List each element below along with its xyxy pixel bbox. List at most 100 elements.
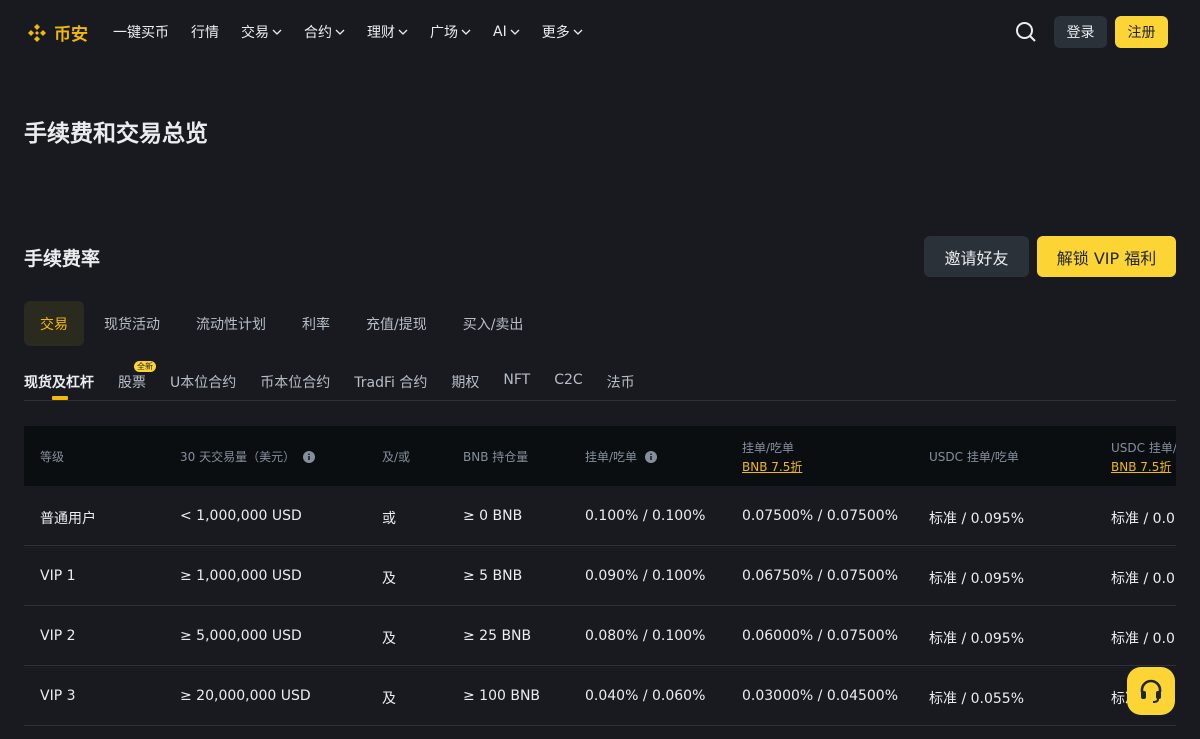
- tab-spot-margin[interactable]: 现货及杠杆: [24, 372, 94, 400]
- cell-volume: ≥ 20,000,000 USD: [180, 688, 311, 704]
- col-maker-taker-label: 挂单/吃单: [585, 450, 638, 464]
- chevron-down-icon: [510, 29, 520, 35]
- col-maker-taker-bnb: 挂单/吃单 BNB 7.5折: [742, 439, 802, 475]
- col-maker-taker: 挂单/吃单: [585, 448, 657, 465]
- nav-earn[interactable]: 理财: [367, 22, 408, 42]
- cell-bnb: ≥ 25 BNB: [463, 628, 532, 644]
- nav-more[interactable]: 更多: [542, 22, 583, 42]
- col-usdc-maker-taker: USDC 挂单/吃单: [929, 450, 1019, 464]
- chevron-down-icon: [461, 29, 471, 35]
- tab-liquidity-program[interactable]: 流动性计划: [180, 301, 282, 346]
- bnb-discount-link[interactable]: BNB 7.5折: [742, 458, 802, 475]
- invite-friends-button[interactable]: 邀请好友: [924, 236, 1029, 277]
- login-button[interactable]: 登录: [1054, 16, 1107, 48]
- cell-and-or: 或: [382, 511, 396, 527]
- tab-stocks[interactable]: 股票 全新: [118, 361, 156, 400]
- cell-usdc-bnb: 标准 / 0.07: [1111, 571, 1176, 587]
- col-usdc-bnb-label: USDC 挂单/: [1111, 441, 1176, 455]
- cell-maker-taker-bnb: 0.03000% / 0.04500%: [742, 688, 899, 704]
- col-volume: 30 天交易量（美元）: [180, 448, 315, 465]
- unlock-vip-button[interactable]: 解锁 VIP 福利: [1037, 236, 1176, 277]
- tab-tradfi-futures[interactable]: TradFi 合约: [354, 372, 427, 400]
- cell-usdc-bnb: 标准 / 0.07: [1111, 511, 1176, 527]
- tab-trade[interactable]: 交易: [24, 301, 84, 346]
- cell-maker-taker: 0.100% / 0.100%: [585, 508, 706, 524]
- nav-futures[interactable]: 合约: [304, 22, 345, 42]
- nav-square[interactable]: 广场: [430, 22, 471, 42]
- cell-level: VIP 3: [40, 688, 76, 704]
- binance-logo-icon: [28, 23, 46, 42]
- nav-label: AI: [493, 24, 507, 40]
- tab-c2c[interactable]: C2C: [554, 372, 582, 400]
- cell-maker-taker-bnb: 0.07500% / 0.07500%: [742, 508, 899, 524]
- market-type-tabs: 现货及杠杆 股票 全新 U本位合约 币本位合约 TradFi 合约 期权 NFT…: [24, 361, 659, 400]
- bnb-discount-link[interactable]: BNB 7.5折: [1111, 458, 1176, 475]
- col-and-or: 及/或: [382, 450, 411, 464]
- fee-rate-table: 等级 30 天交易量（美元） 及/或 BNB 持仓量 挂单/吃单 挂单/吃单 B…: [24, 426, 1176, 739]
- tabs-divider: [24, 400, 1176, 401]
- table-row: VIP 3 ≥ 20,000,000 USD 及 ≥ 100 BNB 0.040…: [24, 666, 1176, 726]
- col-volume-label: 30 天交易量（美元）: [180, 450, 296, 464]
- cell-usdc: 标准 / 0.095%: [929, 631, 1024, 647]
- cell-volume: ≥ 5,000,000 USD: [180, 628, 302, 644]
- table-header: 等级 30 天交易量（美元） 及/或 BNB 持仓量 挂单/吃单 挂单/吃单 B…: [24, 426, 1176, 486]
- info-icon[interactable]: [302, 451, 315, 463]
- customer-support-button[interactable]: [1127, 667, 1175, 715]
- tab-usdm-futures[interactable]: U本位合约: [170, 372, 236, 400]
- cell-maker-taker-bnb: 0.06000% / 0.07500%: [742, 628, 899, 644]
- col-bnb-holding: BNB 持仓量: [463, 450, 529, 464]
- cell-volume: < 1,000,000 USD: [180, 508, 302, 524]
- chevron-down-icon: [335, 29, 345, 35]
- col-maker-taker-bnb-label: 挂单/吃单: [742, 441, 795, 455]
- nav-label: 更多: [541, 25, 570, 41]
- nav-ai[interactable]: AI: [493, 22, 520, 42]
- tab-deposit-withdraw[interactable]: 充值/提现: [350, 301, 443, 346]
- cell-level: 普通用户: [40, 511, 96, 527]
- chevron-down-icon: [573, 29, 583, 35]
- table-row: VIP 2 ≥ 5,000,000 USD 及 ≥ 25 BNB 0.080% …: [24, 606, 1176, 666]
- headset-icon: [1140, 679, 1162, 703]
- chevron-down-icon: [398, 29, 408, 35]
- nav-buy-crypto[interactable]: 一键买币: [113, 22, 169, 42]
- col-usdc-maker-taker-bnb: USDC 挂单/ BNB 7.5折: [1111, 439, 1176, 475]
- binance-logo[interactable]: 币安: [24, 20, 88, 45]
- cell-level: VIP 1: [40, 568, 76, 584]
- chevron-down-icon: [272, 29, 282, 35]
- nav-label: 广场: [430, 25, 458, 41]
- nav-label: 合约: [304, 25, 332, 41]
- register-button[interactable]: 注册: [1115, 16, 1168, 48]
- nav-markets[interactable]: 行情: [191, 22, 219, 42]
- page-title: 手续费和交易总览: [24, 121, 208, 147]
- tab-options[interactable]: 期权: [451, 372, 479, 400]
- top-header: 币安 一键买币 行情 交易 合约 理财 广场 AI 更多 登录 注册: [0, 0, 1200, 64]
- tab-buy-sell[interactable]: 买入/卖出: [447, 301, 540, 346]
- cell-maker-taker-bnb: 0.06750% / 0.07500%: [742, 568, 899, 584]
- cell-volume: ≥ 1,000,000 USD: [180, 568, 302, 584]
- cell-bnb: ≥ 100 BNB: [463, 688, 541, 704]
- cell-usdc: 标准 / 0.095%: [929, 511, 1024, 527]
- col-level: 等级: [40, 450, 65, 464]
- tab-coinm-futures[interactable]: 币本位合约: [260, 372, 330, 400]
- nav-label: 行情: [191, 25, 219, 41]
- section-title: 手续费率: [24, 248, 101, 270]
- info-icon[interactable]: [644, 451, 657, 463]
- table-row: 普通用户 < 1,000,000 USD 或 ≥ 0 BNB 0.100% / …: [24, 486, 1176, 546]
- search-icon[interactable]: [1014, 20, 1038, 44]
- new-badge: 全新: [134, 361, 156, 372]
- main-nav: 一键买币 行情 交易 合约 理财 广场 AI 更多: [113, 22, 605, 42]
- cell-and-or: 及: [382, 571, 396, 587]
- table-row: VIP 1 ≥ 1,000,000 USD 及 ≥ 5 BNB 0.090% /…: [24, 546, 1176, 606]
- tab-interest-rate[interactable]: 利率: [286, 301, 346, 346]
- tab-label: 股票: [118, 375, 146, 391]
- cell-level: VIP 2: [40, 628, 76, 644]
- cell-bnb: ≥ 5 BNB: [463, 568, 523, 584]
- tab-spot-activity[interactable]: 现货活动: [88, 301, 176, 346]
- cell-maker-taker: 0.040% / 0.060%: [585, 688, 706, 704]
- tab-nft[interactable]: NFT: [503, 372, 530, 400]
- cell-maker-taker: 0.090% / 0.100%: [585, 568, 706, 584]
- nav-label: 理财: [367, 25, 395, 41]
- tab-fiat[interactable]: 法币: [607, 372, 635, 400]
- cell-usdc: 标准 / 0.055%: [929, 691, 1024, 707]
- nav-trade[interactable]: 交易: [241, 22, 282, 42]
- brand-name: 币安: [54, 25, 88, 45]
